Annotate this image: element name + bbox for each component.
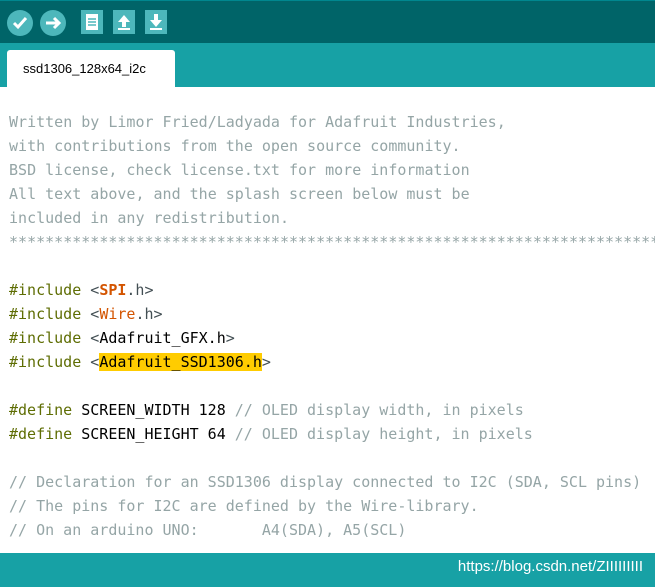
code-line: BSD license, check license.txt for more … (0, 161, 470, 179)
tab-sketch[interactable]: ssd1306_128x64_i2c (7, 50, 175, 87)
new-file-icon (86, 14, 98, 30)
check-icon (12, 17, 28, 30)
watermark-text: https://blog.csdn.net/ZIIIIIIIII (457, 558, 643, 575)
code-line: All text above, and the splash screen be… (0, 185, 470, 203)
open-button[interactable] (113, 10, 135, 34)
library-name: Wire (99, 305, 136, 323)
library-name: SPI (99, 281, 127, 299)
code-line: #include <Adafruit_SSD1306.h> (9, 353, 271, 371)
code-line: #include <Adafruit_GFX.h> (9, 329, 235, 347)
upload-button[interactable] (40, 10, 66, 36)
toolbar (0, 0, 655, 43)
code-line: with contributions from the open source … (0, 137, 461, 155)
code-line: #include <SPI.h> (9, 281, 154, 299)
code-line: ****************************************… (0, 233, 655, 251)
code-line: included in any redistribution. (0, 209, 289, 227)
tab-bar: ssd1306_128x64_i2c (0, 43, 655, 87)
code-line: Written by Limor Fried/Ladyada for Adafr… (0, 113, 506, 131)
library-name: Adafruit_GFX.h (99, 329, 226, 347)
code-line: #include <Wire.h> (9, 305, 163, 323)
status-bar: https://blog.csdn.net/ZIIIIIIIII (0, 553, 655, 587)
highlighted-library-name: Adafruit_SSD1306.h (99, 353, 262, 371)
code-line: // Declaration for an SSD1306 display co… (9, 473, 642, 491)
verify-button[interactable] (7, 10, 33, 36)
code-line: // On an arduino UNO: A4(SDA), A5(SCL) (9, 521, 407, 539)
save-button[interactable] (145, 10, 167, 34)
new-button[interactable] (81, 10, 103, 34)
code-line: #define SCREEN_HEIGHT 64 // OLED display… (9, 425, 533, 443)
arrow-down-icon (150, 14, 162, 30)
arrow-up-icon (118, 15, 130, 30)
code-line: #define SCREEN_WIDTH 128 // OLED display… (9, 401, 524, 419)
code-line: // The pins for I2C are defined by the W… (9, 497, 479, 515)
code-editor[interactable]: Written by Limor Fried/Ladyada for Adafr… (0, 87, 655, 553)
arrow-right-icon (46, 16, 62, 30)
tab-label: ssd1306_128x64_i2c (23, 61, 146, 76)
